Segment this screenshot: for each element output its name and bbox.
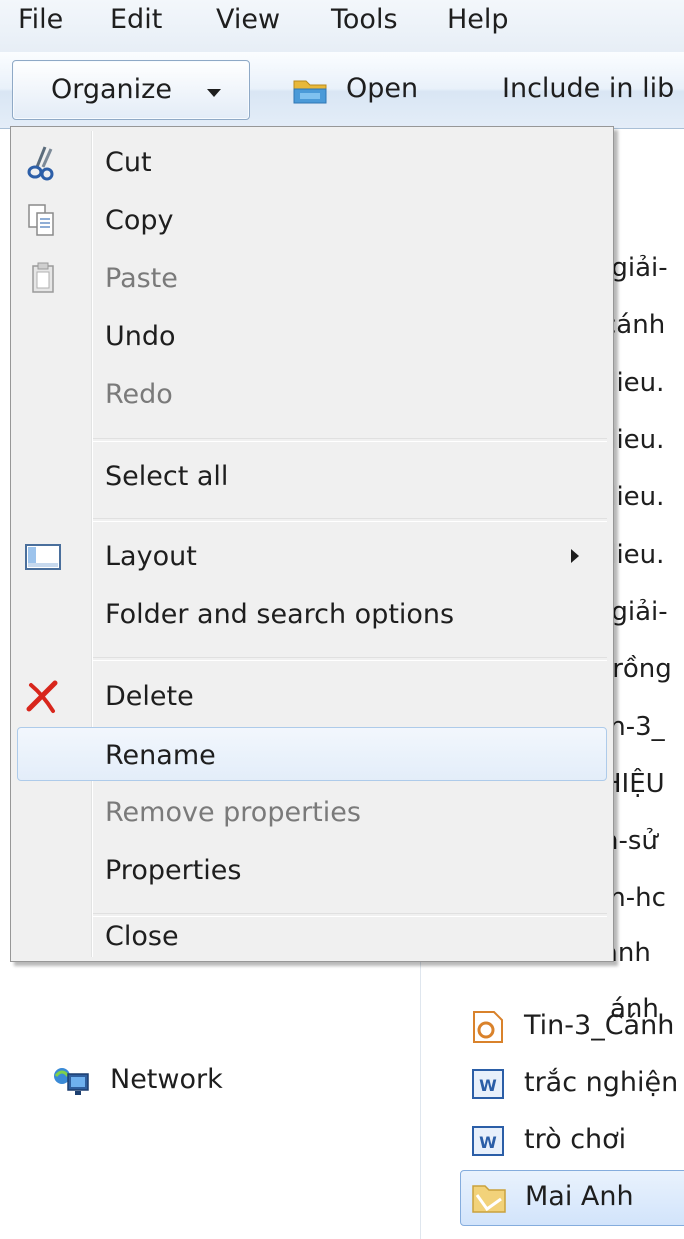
menu-file[interactable]: File [18,4,63,35]
network-icon [54,1068,89,1095]
scissors-icon [27,146,54,181]
menu-item-redo[interactable]: Redo [11,367,613,421]
powerpoint-file-icon [473,1011,503,1043]
submenu-arrow-icon [571,549,579,563]
menu-item-remove-properties[interactable]: Remove properties [11,785,613,839]
paste-icon [32,262,54,293]
menu-label: Cut [105,147,152,178]
layout-icon [25,544,61,570]
menu-label: Close [105,921,179,952]
menu-bar: File Edit View Tools Help [0,0,684,52]
menu-help[interactable]: Help [447,4,509,35]
menu-label: Delete [105,681,194,712]
menu-separator [93,438,607,442]
menu-separator [93,913,607,917]
menu-item-select-all[interactable]: Select all [11,449,613,503]
open-folder-icon [293,80,327,104]
organize-button[interactable]: Organize [12,60,250,120]
organize-menu: Cut Copy Paste Undo Redo Select all Layo… [10,126,614,962]
menu-separator [93,518,607,522]
folder-icon [472,1185,506,1213]
dropdown-arrow-icon [207,89,221,97]
delete-x-icon [26,680,58,713]
word-file-icon: W [472,1069,504,1099]
svg-text:W: W [479,1133,497,1152]
menu-label: Copy [105,205,174,236]
list-item-selected[interactable]: Mai Anh [460,1170,684,1226]
open-button[interactable]: Open [346,73,418,104]
menu-item-layout[interactable]: Layout [11,529,613,583]
menu-item-cut[interactable]: Cut [11,135,613,189]
svg-text:W: W [479,1076,497,1095]
menu-item-delete[interactable]: Delete [11,669,613,723]
file-name: trắc nghiện [524,1067,679,1098]
menu-view[interactable]: View [216,4,280,35]
list-item[interactable]: W trắc nghiện [470,1057,684,1109]
menu-label: Undo [105,321,176,352]
menu-label: Rename [105,740,216,771]
word-file-icon: W [472,1126,504,1156]
menu-item-close[interactable]: Close [11,921,613,959]
menu-label: Select all [105,461,229,492]
file-name: trò chơi [524,1124,627,1155]
menu-item-folder-options[interactable]: Folder and search options [11,587,613,641]
menu-item-undo[interactable]: Undo [11,309,613,363]
menu-item-properties[interactable]: Properties [11,843,613,897]
menu-edit[interactable]: Edit [110,4,162,35]
copy-icon [28,204,54,236]
menu-item-rename[interactable]: Rename [17,727,607,781]
menu-label: Redo [105,379,173,410]
organize-label: Organize [51,74,172,105]
include-in-library-button[interactable]: Include in lib [502,73,674,104]
menu-label: Layout [105,541,197,572]
nav-network-label: Network [110,1064,223,1095]
command-toolbar: Organize Open Include in lib [0,52,684,129]
list-item[interactable]: W trò chơi [470,1114,684,1166]
menu-label: Folder and search options [105,599,455,630]
menu-item-paste[interactable]: Paste [11,251,613,305]
file-name: Mai Anh [525,1181,634,1212]
menu-separator [93,657,607,661]
menu-label: Paste [105,263,178,294]
list-item[interactable]: Tin-3_Cánh [470,1000,684,1052]
menu-tools[interactable]: Tools [331,4,398,35]
menu-label: Properties [105,855,242,886]
menu-label: Remove properties [105,797,361,828]
menu-item-copy[interactable]: Copy [11,193,613,247]
file-name: Tin-3_Cánh [524,1010,675,1041]
